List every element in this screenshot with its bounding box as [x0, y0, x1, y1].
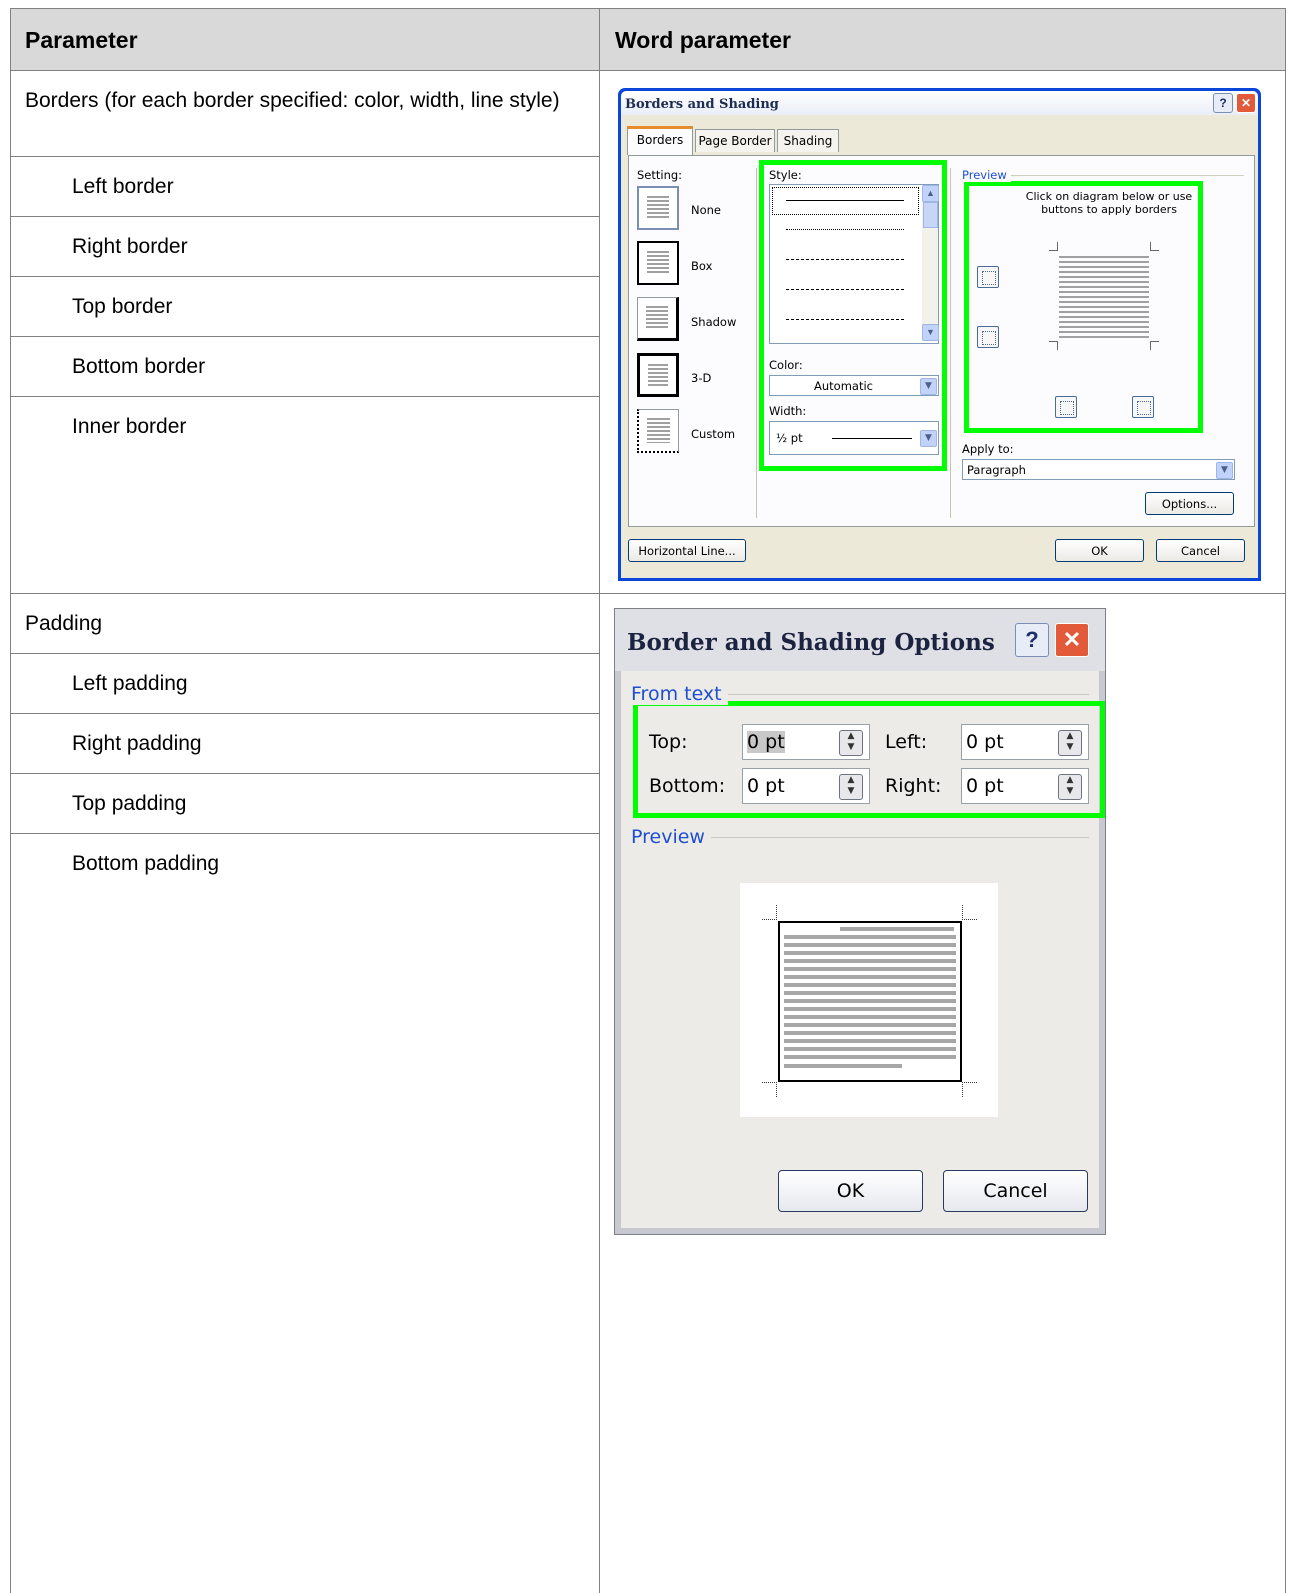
- dialog2-title-bar: Border and Shading Options ? ✕: [615, 609, 1105, 671]
- cancel-button[interactable]: Cancel: [943, 1170, 1088, 1212]
- preview-bordered-box: [778, 921, 962, 1082]
- close-button[interactable]: ✕: [1236, 93, 1256, 113]
- help-button[interactable]: ?: [1213, 93, 1233, 113]
- setting-3d-label[interactable]: 3-D: [691, 371, 711, 385]
- border-shading-options-dialog: Border and Shading Options ? ✕ From text…: [614, 608, 1106, 1235]
- from-text-highlight: [633, 701, 1105, 818]
- preview-last-line: [784, 1064, 902, 1068]
- column-separator: [756, 168, 757, 518]
- setting-custom-label[interactable]: Custom: [691, 427, 735, 441]
- preview-label: Preview: [962, 168, 1011, 182]
- preview-text-lines: [784, 935, 956, 1061]
- preview-highlight: [964, 181, 1203, 433]
- corner-mark: [962, 905, 977, 920]
- row-right-padding: Right padding: [72, 732, 202, 755]
- setting-box-label[interactable]: Box: [691, 259, 712, 273]
- horizontal-line-button[interactable]: Horizontal Line...: [628, 539, 746, 562]
- cancel-button[interactable]: Cancel: [1156, 539, 1245, 562]
- row-bottom-padding: Bottom padding: [72, 852, 220, 875]
- row-divider: [10, 833, 599, 834]
- section-divider: [10, 593, 1286, 594]
- header-divider: [10, 70, 1286, 71]
- preview-first-line: [840, 927, 954, 931]
- dialog2-title: Border and Shading Options: [627, 629, 995, 656]
- dialog-title: Borders and Shading: [625, 97, 779, 112]
- setting-none-label[interactable]: None: [691, 203, 721, 217]
- row-divider: [10, 773, 599, 774]
- row-divider: [10, 336, 599, 337]
- row-padding: Padding: [25, 612, 103, 635]
- table-border-top: [10, 8, 1286, 9]
- row-divider: [10, 276, 599, 277]
- setting-box-icon[interactable]: [637, 241, 679, 285]
- row-bottom-border: Bottom border: [72, 355, 206, 378]
- row-left-border: Left border: [72, 175, 174, 198]
- from-text-label: From text: [631, 683, 728, 705]
- setting-custom-icon[interactable]: [637, 409, 679, 453]
- column-separator: [950, 168, 951, 518]
- table-border-right: [1285, 8, 1286, 1593]
- corner-mark: [962, 1082, 977, 1097]
- ok-button[interactable]: OK: [1055, 539, 1144, 562]
- row-divider: [10, 156, 599, 157]
- chevron-down-icon[interactable]: ▼: [1216, 462, 1233, 479]
- setting-shadow-label[interactable]: Shadow: [691, 315, 736, 329]
- options-button[interactable]: Options...: [1145, 492, 1234, 515]
- row-left-padding: Left padding: [72, 672, 188, 695]
- row-divider: [10, 653, 599, 654]
- row-top-padding: Top padding: [72, 792, 187, 815]
- preview-area[interactable]: [740, 883, 998, 1117]
- borders-and-shading-dialog: Borders and Shading ? ✕ Borders Page Bor…: [618, 88, 1261, 581]
- setting-label: Setting:: [637, 168, 683, 182]
- apply-to-label: Apply to:: [962, 442, 1014, 456]
- tab-shading[interactable]: Shading: [777, 129, 839, 152]
- style-color-width-highlight: [759, 160, 947, 471]
- row-borders: Borders (for each border specified: colo…: [25, 89, 560, 112]
- header-word-parameter-label: Word parameter: [615, 27, 791, 53]
- tab-borders[interactable]: Borders: [627, 126, 693, 155]
- corner-mark: [762, 1082, 777, 1097]
- corner-mark: [762, 905, 777, 920]
- header-word-parameter: Word parameter: [600, 8, 1286, 70]
- apply-to-dropdown[interactable]: Paragraph ▼: [962, 459, 1235, 480]
- header-parameter-label: Parameter: [25, 27, 138, 53]
- setting-none-icon[interactable]: [637, 186, 679, 230]
- row-divider: [10, 216, 599, 217]
- help-button[interactable]: ?: [1015, 623, 1049, 657]
- tab-page-border[interactable]: Page Border: [695, 129, 775, 152]
- row-inner-border: Inner border: [72, 415, 187, 438]
- row-right-border: Right border: [72, 235, 188, 258]
- dialog-title-bar: Borders and Shading ? ✕: [621, 91, 1258, 115]
- preview-label: Preview: [631, 826, 711, 848]
- table-border-left: [10, 8, 11, 1593]
- close-button[interactable]: ✕: [1055, 623, 1089, 657]
- row-top-border: Top border: [72, 295, 173, 318]
- setting-3d-icon[interactable]: [637, 353, 679, 397]
- ok-button[interactable]: OK: [778, 1170, 923, 1212]
- apply-to-value: Paragraph: [967, 463, 1026, 477]
- header-parameter: Parameter: [10, 8, 599, 70]
- row-divider: [10, 396, 599, 397]
- row-divider: [10, 713, 599, 714]
- column-divider: [599, 8, 600, 1593]
- setting-shadow-icon[interactable]: [637, 297, 679, 341]
